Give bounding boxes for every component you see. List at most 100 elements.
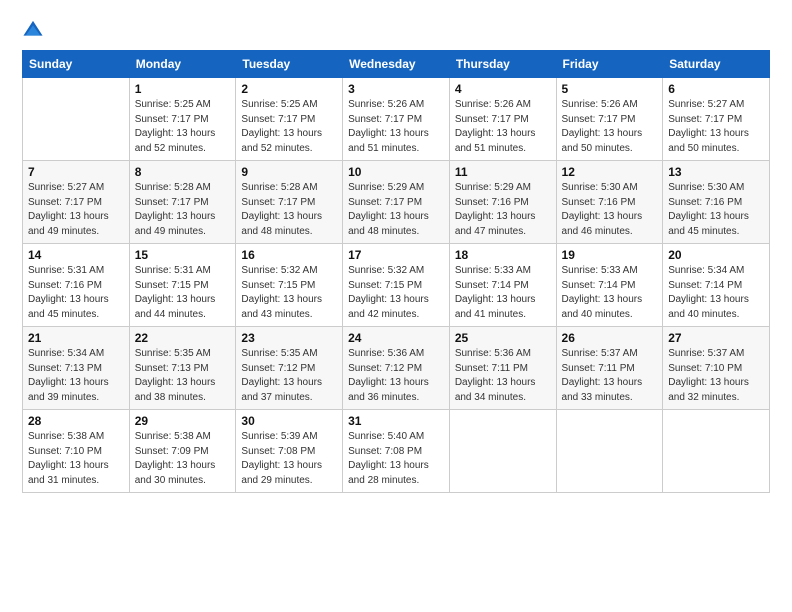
calendar-cell: 19 Sunrise: 5:33 AM Sunset: 7:14 PM Dayli… [556,244,663,327]
day-info: Sunrise: 5:25 AM Sunset: 7:17 PM Dayligh… [135,98,231,156]
calendar-cell: 16 Sunrise: 5:32 AM Sunset: 7:15 PM Dayli… [236,244,343,327]
day-info: Sunrise: 5:37 AM Sunset: 7:11 PM Dayligh… [562,347,658,405]
calendar-cell: 14 Sunrise: 5:31 AM Sunset: 7:16 PM Dayli… [23,244,130,327]
day-info: Sunrise: 5:36 AM Sunset: 7:11 PM Dayligh… [455,347,551,405]
logo-area [22,18,48,40]
day-info: Sunrise: 5:31 AM Sunset: 7:16 PM Dayligh… [28,264,124,322]
calendar-cell [663,410,770,493]
calendar-cell: 29 Sunrise: 5:38 AM Sunset: 7:09 PM Dayli… [129,410,236,493]
calendar-cell: 12 Sunrise: 5:30 AM Sunset: 7:16 PM Dayli… [556,161,663,244]
calendar-row: 28 Sunrise: 5:38 AM Sunset: 7:10 PM Dayli… [23,410,770,493]
day-info: Sunrise: 5:38 AM Sunset: 7:10 PM Dayligh… [28,430,124,488]
calendar-cell: 13 Sunrise: 5:30 AM Sunset: 7:16 PM Dayli… [663,161,770,244]
day-number: 16 [241,248,337,262]
day-info: Sunrise: 5:33 AM Sunset: 7:14 PM Dayligh… [455,264,551,322]
day-number: 7 [28,165,124,179]
day-info: Sunrise: 5:31 AM Sunset: 7:15 PM Dayligh… [135,264,231,322]
day-number: 18 [455,248,551,262]
day-info: Sunrise: 5:33 AM Sunset: 7:14 PM Dayligh… [562,264,658,322]
day-info: Sunrise: 5:26 AM Sunset: 7:17 PM Dayligh… [348,98,444,156]
calendar-cell [449,410,556,493]
day-number: 13 [668,165,764,179]
header-cell-friday: Friday [556,51,663,78]
calendar-cell: 5 Sunrise: 5:26 AM Sunset: 7:17 PM Daylig… [556,78,663,161]
day-info: Sunrise: 5:36 AM Sunset: 7:12 PM Dayligh… [348,347,444,405]
day-info: Sunrise: 5:37 AM Sunset: 7:10 PM Dayligh… [668,347,764,405]
day-info: Sunrise: 5:30 AM Sunset: 7:16 PM Dayligh… [562,181,658,239]
calendar-cell: 17 Sunrise: 5:32 AM Sunset: 7:15 PM Dayli… [343,244,450,327]
day-number: 25 [455,331,551,345]
header-cell-wednesday: Wednesday [343,51,450,78]
day-info: Sunrise: 5:34 AM Sunset: 7:13 PM Dayligh… [28,347,124,405]
day-info: Sunrise: 5:32 AM Sunset: 7:15 PM Dayligh… [241,264,337,322]
calendar-cell: 8Sunrise: 5:28 AM Sunset: 7:17 PM Daylig… [129,161,236,244]
day-info: Sunrise: 5:30 AM Sunset: 7:16 PM Dayligh… [668,181,764,239]
day-info: Sunrise: 5:26 AM Sunset: 7:17 PM Dayligh… [562,98,658,156]
calendar-row: 1 Sunrise: 5:25 AM Sunset: 7:17 PM Daylig… [23,78,770,161]
calendar-cell: 30 Sunrise: 5:39 AM Sunset: 7:08 PM Dayli… [236,410,343,493]
day-number: 28 [28,414,124,428]
day-number: 5 [562,82,658,96]
page: SundayMondayTuesdayWednesdayThursdayFrid… [0,0,792,503]
calendar-cell: 28 Sunrise: 5:38 AM Sunset: 7:10 PM Dayli… [23,410,130,493]
logo [22,18,48,40]
day-number: 9 [241,165,337,179]
day-number: 20 [668,248,764,262]
calendar-cell: 24Sunrise: 5:36 AM Sunset: 7:12 PM Dayli… [343,327,450,410]
day-number: 3 [348,82,444,96]
calendar-cell: 15Sunrise: 5:31 AM Sunset: 7:15 PM Dayli… [129,244,236,327]
day-number: 30 [241,414,337,428]
day-info: Sunrise: 5:32 AM Sunset: 7:15 PM Dayligh… [348,264,444,322]
day-number: 10 [348,165,444,179]
day-number: 2 [241,82,337,96]
day-number: 11 [455,165,551,179]
calendar-cell: 10 Sunrise: 5:29 AM Sunset: 7:17 PM Dayli… [343,161,450,244]
day-info: Sunrise: 5:35 AM Sunset: 7:13 PM Dayligh… [135,347,231,405]
day-info: Sunrise: 5:38 AM Sunset: 7:09 PM Dayligh… [135,430,231,488]
calendar-cell: 7Sunrise: 5:27 AM Sunset: 7:17 PM Daylig… [23,161,130,244]
day-info: Sunrise: 5:35 AM Sunset: 7:12 PM Dayligh… [241,347,337,405]
day-info: Sunrise: 5:29 AM Sunset: 7:17 PM Dayligh… [348,181,444,239]
header-cell-monday: Monday [129,51,236,78]
day-number: 17 [348,248,444,262]
calendar-cell: 18 Sunrise: 5:33 AM Sunset: 7:14 PM Dayli… [449,244,556,327]
day-number: 6 [668,82,764,96]
calendar-header-row: SundayMondayTuesdayWednesdayThursdayFrid… [23,51,770,78]
calendar-row: 14 Sunrise: 5:31 AM Sunset: 7:16 PM Dayli… [23,244,770,327]
calendar-table: SundayMondayTuesdayWednesdayThursdayFrid… [22,50,770,493]
calendar-cell: 20 Sunrise: 5:34 AM Sunset: 7:14 PM Dayli… [663,244,770,327]
calendar-cell: 23 Sunrise: 5:35 AM Sunset: 7:12 PM Dayli… [236,327,343,410]
calendar-row: 21 Sunrise: 5:34 AM Sunset: 7:13 PM Dayli… [23,327,770,410]
header-cell-thursday: Thursday [449,51,556,78]
day-number: 12 [562,165,658,179]
day-info: Sunrise: 5:28 AM Sunset: 7:17 PM Dayligh… [241,181,337,239]
day-info: Sunrise: 5:27 AM Sunset: 7:17 PM Dayligh… [668,98,764,156]
day-number: 23 [241,331,337,345]
day-info: Sunrise: 5:25 AM Sunset: 7:17 PM Dayligh… [241,98,337,156]
calendar-cell: 21 Sunrise: 5:34 AM Sunset: 7:13 PM Dayli… [23,327,130,410]
calendar-cell [556,410,663,493]
day-number: 4 [455,82,551,96]
header [22,18,770,40]
calendar-cell: 9 Sunrise: 5:28 AM Sunset: 7:17 PM Daylig… [236,161,343,244]
day-info: Sunrise: 5:34 AM Sunset: 7:14 PM Dayligh… [668,264,764,322]
day-info: Sunrise: 5:39 AM Sunset: 7:08 PM Dayligh… [241,430,337,488]
day-number: 1 [135,82,231,96]
day-info: Sunrise: 5:40 AM Sunset: 7:08 PM Dayligh… [348,430,444,488]
day-number: 19 [562,248,658,262]
calendar-cell: 3 Sunrise: 5:26 AM Sunset: 7:17 PM Daylig… [343,78,450,161]
calendar-cell: 2 Sunrise: 5:25 AM Sunset: 7:17 PM Daylig… [236,78,343,161]
calendar-cell: 4Sunrise: 5:26 AM Sunset: 7:17 PM Daylig… [449,78,556,161]
calendar-cell: 27Sunrise: 5:37 AM Sunset: 7:10 PM Dayli… [663,327,770,410]
day-number: 26 [562,331,658,345]
day-number: 21 [28,331,124,345]
day-number: 31 [348,414,444,428]
day-info: Sunrise: 5:29 AM Sunset: 7:16 PM Dayligh… [455,181,551,239]
calendar-cell: 25 Sunrise: 5:36 AM Sunset: 7:11 PM Dayli… [449,327,556,410]
calendar-cell [23,78,130,161]
calendar-cell: 26 Sunrise: 5:37 AM Sunset: 7:11 PM Dayli… [556,327,663,410]
header-cell-tuesday: Tuesday [236,51,343,78]
day-number: 14 [28,248,124,262]
day-number: 29 [135,414,231,428]
header-cell-sunday: Sunday [23,51,130,78]
